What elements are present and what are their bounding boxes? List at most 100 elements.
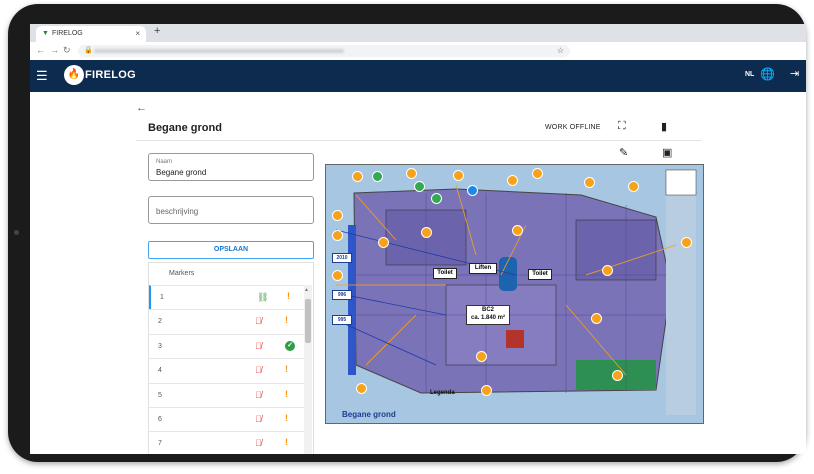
plan-marker[interactable] bbox=[476, 351, 487, 362]
plan-marker[interactable] bbox=[602, 265, 613, 276]
plan-marker[interactable] bbox=[332, 230, 343, 241]
marker-number: 7 bbox=[158, 440, 162, 448]
scroll-up-icon[interactable]: ▲ bbox=[304, 287, 309, 293]
link-off-icon[interactable]: ⛓̸ bbox=[255, 438, 262, 448]
camera-dot bbox=[14, 230, 19, 235]
marker-row[interactable]: 6 ⛓̸! bbox=[149, 407, 304, 432]
plan-marker[interactable] bbox=[406, 168, 417, 179]
marker-number: 3 bbox=[158, 342, 162, 350]
link-off-icon[interactable]: ⛓̸ bbox=[255, 390, 262, 400]
url-field[interactable]: 🔒 ☆ bbox=[78, 45, 570, 57]
plan-marker[interactable] bbox=[414, 181, 425, 192]
plan-marker[interactable] bbox=[378, 237, 389, 248]
markers-header: Markers bbox=[169, 270, 195, 277]
page-title: Begane grond bbox=[148, 122, 222, 134]
plan-marker[interactable] bbox=[332, 210, 343, 221]
menu-icon[interactable]: ☰ bbox=[36, 68, 48, 84]
save-button[interactable]: OPSLAAN bbox=[148, 241, 314, 259]
work-offline-button[interactable]: WORK OFFLINE bbox=[545, 124, 601, 131]
plan-marker[interactable] bbox=[421, 227, 432, 238]
plan-marker[interactable] bbox=[481, 385, 492, 396]
plan-marker[interactable] bbox=[467, 185, 478, 196]
markers-scrollbar[interactable]: ▲ bbox=[304, 285, 312, 454]
link-icon[interactable]: ⛓ bbox=[257, 292, 268, 303]
app-header: ☰ 🔥 FIRELOG NL 🌐 ⇥ bbox=[30, 60, 806, 92]
browser-tab[interactable]: ▼ FIRELOG × bbox=[36, 26, 146, 42]
fullscreen-icon[interactable]: ⛶ bbox=[618, 120, 626, 133]
side-label-2010: 2010 bbox=[332, 253, 352, 263]
name-label: Naam bbox=[156, 159, 173, 165]
browser-tabbar: ▼ FIRELOG × + bbox=[30, 24, 806, 42]
marker-number: 5 bbox=[158, 391, 162, 399]
url-text-blurred bbox=[94, 49, 344, 53]
favicon-icon: ▼ bbox=[42, 30, 49, 37]
side-label-996: 996 bbox=[332, 290, 352, 300]
plan-legend: Legenda bbox=[430, 390, 455, 396]
scrollbar-thumb[interactable] bbox=[305, 299, 311, 343]
plan-marker[interactable] bbox=[431, 193, 442, 204]
floor-plan[interactable]: BC2 ca. 1.840 m² Toilet Liften Toilet 20… bbox=[325, 164, 704, 424]
description-placeholder: beschrijving bbox=[156, 207, 199, 216]
plan-marker[interactable] bbox=[356, 383, 367, 394]
plan-marker[interactable] bbox=[453, 170, 464, 181]
markers-list: Markers 1 ⛓! 2 ⛓̸! 3 ⛓̸ ✓ 4 ⛓̸! 5 ⛓̸! 6 ⛓̸! 7 ⛓̸! ▲ bbox=[148, 262, 314, 454]
edit-pencil-icon[interactable]: ✎ bbox=[619, 146, 628, 159]
side-label-995: 995 bbox=[332, 315, 352, 325]
marker-row[interactable]: 2 ⛓̸! bbox=[149, 309, 304, 334]
floor-plan-drawing bbox=[326, 165, 703, 423]
marker-row[interactable]: 4 ⛓̸! bbox=[149, 358, 304, 383]
plan-marker[interactable] bbox=[584, 177, 595, 188]
tab-close-icon[interactable]: × bbox=[135, 26, 140, 42]
warning-icon: ! bbox=[285, 315, 288, 326]
plan-marker[interactable] bbox=[532, 168, 543, 179]
address-bar-row: ← → ↻ 🔒 ☆ bbox=[30, 42, 806, 61]
plan-marker[interactable] bbox=[352, 171, 363, 182]
plan-marker[interactable] bbox=[372, 171, 383, 182]
marker-row[interactable]: 7 ⛓̸! bbox=[149, 431, 304, 454]
marker-row[interactable]: 5 ⛓̸! bbox=[149, 382, 304, 408]
lock-icon: 🔒 bbox=[84, 47, 93, 54]
plan-marker[interactable] bbox=[628, 181, 639, 192]
brand-name: FIRELOG bbox=[85, 69, 136, 81]
plan-marker[interactable] bbox=[512, 225, 523, 236]
plan-marker[interactable] bbox=[507, 175, 518, 186]
toilet-right-label: Toilet bbox=[528, 269, 552, 280]
reload-icon[interactable]: ↻ bbox=[63, 45, 71, 56]
warning-icon: ! bbox=[285, 437, 288, 448]
plan-marker[interactable] bbox=[332, 270, 343, 281]
plan-marker[interactable] bbox=[681, 237, 692, 248]
back-nav-icon[interactable]: ← bbox=[36, 45, 45, 55]
warning-icon: ! bbox=[285, 388, 288, 399]
link-off-icon[interactable]: ⛓̸ bbox=[255, 316, 262, 326]
marker-row[interactable]: 1 ⛓! bbox=[149, 285, 306, 310]
link-off-icon[interactable]: ⛓̸ bbox=[255, 414, 262, 424]
globe-icon[interactable]: 🌐 bbox=[760, 67, 775, 81]
plan-marker[interactable] bbox=[612, 370, 623, 381]
name-field[interactable]: Naam Begane grond bbox=[148, 153, 314, 181]
bc2-room-label: BC2 ca. 1.840 m² bbox=[466, 305, 510, 325]
marker-number: 1 bbox=[160, 294, 164, 301]
book-icon[interactable]: ▮ bbox=[661, 120, 667, 133]
warning-icon: ! bbox=[287, 291, 290, 301]
plan-marker[interactable] bbox=[591, 313, 602, 324]
check-circle-icon: ✓ bbox=[285, 340, 295, 351]
plan-title: Begane grond bbox=[342, 410, 396, 419]
bookmark-star-icon[interactable]: ☆ bbox=[557, 45, 564, 57]
logout-icon[interactable]: ⇥ bbox=[790, 67, 799, 80]
forward-nav-icon[interactable]: → bbox=[50, 45, 59, 55]
link-off-icon[interactable]: ⛓̸ bbox=[255, 365, 262, 375]
warning-icon: ! bbox=[285, 413, 288, 423]
marker-row[interactable]: 3 ⛓̸ ✓ bbox=[149, 333, 304, 359]
tablet-frame: ▼ FIRELOG × + ← → ↻ 🔒 ☆ ☰ 🔥 FIRELOG NL 🌐… bbox=[8, 4, 806, 462]
description-field[interactable]: beschrijving bbox=[148, 196, 314, 224]
link-off-icon[interactable]: ⛓̸ bbox=[255, 341, 262, 351]
back-arrow-icon[interactable]: ← bbox=[136, 102, 147, 114]
save-disk-icon[interactable]: ▣ bbox=[662, 146, 672, 159]
lift-label: Liften bbox=[469, 263, 497, 274]
language-code[interactable]: NL bbox=[745, 71, 754, 78]
name-value: Begane grond bbox=[156, 168, 207, 177]
marker-number: 4 bbox=[158, 367, 162, 375]
marker-number: 2 bbox=[158, 318, 162, 326]
tab-title: FIRELOG bbox=[52, 30, 83, 37]
new-tab-button[interactable]: + bbox=[154, 25, 160, 37]
